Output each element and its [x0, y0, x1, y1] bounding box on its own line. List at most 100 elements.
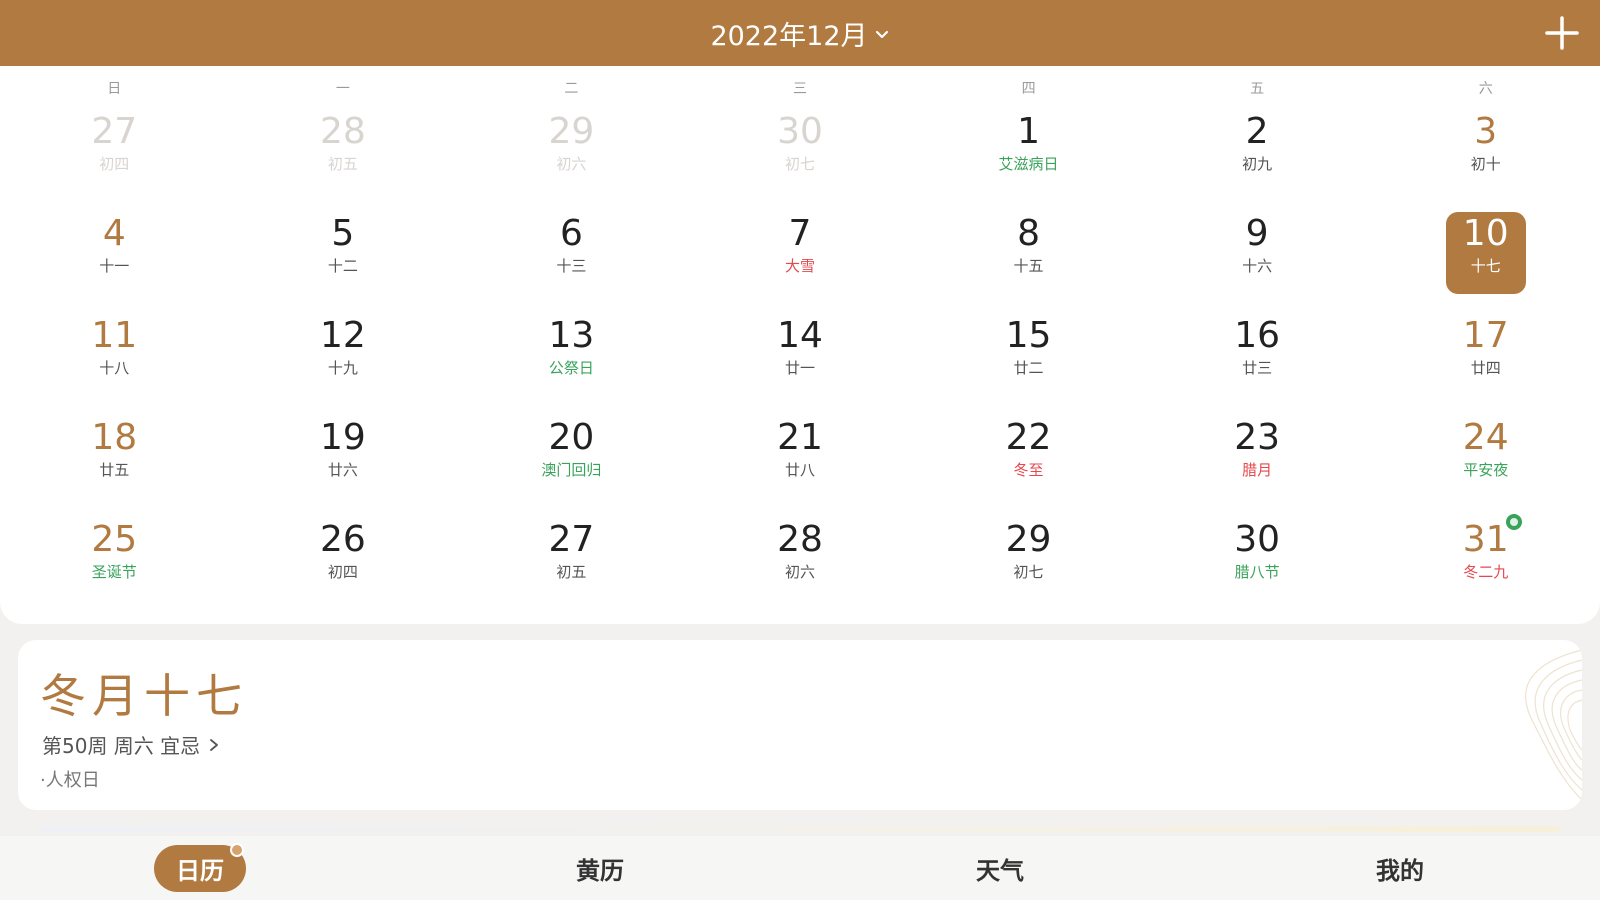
day-box: 7 大雪: [760, 212, 840, 294]
day-detail-text: 第50周 周六 宜忌: [42, 734, 201, 758]
weekday-label: 五: [1250, 81, 1265, 97]
day-detail-link[interactable]: 第50周 周六 宜忌: [42, 730, 220, 759]
day-cell[interactable]: 20 澳门回归: [457, 416, 686, 518]
nav-tab-weather[interactable]: 天气: [800, 851, 1200, 886]
day-box: 14 廿一: [760, 314, 840, 396]
day-box: 4 十一: [74, 212, 154, 294]
bottom-navigation: 日历 黄历 天气 我的: [0, 836, 1600, 900]
day-box: 13 公祭日: [531, 314, 611, 396]
day-number: 1: [1017, 111, 1041, 152]
day-number: 27: [548, 519, 595, 560]
lunar-label: 十六: [1242, 257, 1273, 275]
day-box: 23 腊月: [1217, 416, 1297, 498]
day-number: 31: [1462, 519, 1509, 560]
day-cell[interactable]: 18 廿五: [0, 416, 229, 518]
nav-tab-calendar-pill: 日历: [154, 842, 246, 892]
day-cell[interactable]: 28 初六: [686, 518, 915, 620]
day-cell[interactable]: 29 初六: [457, 110, 686, 212]
day-cell[interactable]: 19 廿六: [229, 416, 458, 518]
lunar-label: 初四: [99, 155, 130, 173]
day-cell[interactable]: 11 十八: [0, 314, 229, 416]
nav-tab-label: 黄历: [576, 856, 624, 885]
day-box: 26 初四: [303, 518, 383, 600]
day-number: 9: [1245, 213, 1269, 254]
lunar-label: 廿四: [1470, 359, 1501, 377]
lunar-label: 初十: [1470, 155, 1501, 173]
day-cell[interactable]: 27 初四: [0, 110, 229, 212]
plus-icon[interactable]: [1542, 13, 1582, 53]
nav-tab-mine[interactable]: 我的: [1200, 851, 1600, 886]
lunar-label: 初七: [784, 155, 815, 173]
day-cell[interactable]: 21 廿八: [686, 416, 915, 518]
day-number: 16: [1234, 315, 1281, 356]
day-number: 15: [1005, 315, 1052, 356]
day-box: 29 初七: [989, 518, 1069, 600]
nav-tab-almanac[interactable]: 黄历: [400, 851, 800, 886]
lunar-label: 廿一: [784, 359, 815, 377]
day-box: 30 腊八节: [1217, 518, 1297, 600]
day-cell[interactable]: 31 冬二九: [1371, 514, 1600, 620]
top-bar: 2022年12月: [0, 0, 1600, 66]
day-cell[interactable]: 28 初五: [229, 110, 458, 212]
day-cell[interactable]: 1 艾滋病日: [914, 110, 1143, 212]
day-cell[interactable]: 15 廿二: [914, 314, 1143, 416]
day-box: 27 初四: [74, 110, 154, 192]
day-cell[interactable]: 9 十六: [1143, 212, 1372, 314]
day-number: 22: [1005, 417, 1052, 458]
day-cell[interactable]: 24 平安夜: [1371, 416, 1600, 518]
chevron-down-icon: [875, 30, 888, 39]
day-cell[interactable]: 4 十一: [0, 212, 229, 314]
day-number: 4: [102, 213, 126, 254]
day-cell[interactable]: 25 圣诞节: [0, 518, 229, 620]
day-cell[interactable]: 22 冬至: [914, 416, 1143, 518]
day-cell[interactable]: 17 廿四: [1371, 314, 1600, 416]
day-number: 10: [1462, 213, 1509, 254]
lunar-label: 初七: [1013, 563, 1044, 581]
day-number: 2: [1245, 111, 1269, 152]
day-box: 25 圣诞节: [74, 518, 154, 600]
lunar-label: 廿二: [1013, 359, 1044, 377]
day-box: 27 初五: [531, 518, 611, 600]
day-cell[interactable]: 5 十二: [229, 212, 458, 314]
nav-tab-calendar[interactable]: 日历: [0, 842, 400, 892]
day-cell[interactable]: 8 十五: [914, 212, 1143, 314]
day-cell[interactable]: 23 腊月: [1143, 416, 1372, 518]
day-cell[interactable]: 16 廿三: [1143, 314, 1372, 416]
selected-day-cell[interactable]: 10 十七: [1371, 212, 1600, 314]
lunar-label: 十三: [556, 257, 587, 275]
day-number: 17: [1462, 315, 1509, 356]
weekday-label: 二: [564, 81, 579, 97]
day-cell[interactable]: 30 腊八节: [1143, 518, 1372, 620]
notification-dot: [230, 842, 244, 857]
day-cell[interactable]: 7 大雪: [686, 212, 915, 314]
day-info-card[interactable]: 冬月十七 第50周 周六 宜忌 ·人权日: [18, 640, 1582, 810]
banner-strip: [40, 826, 1560, 832]
day-number: 14: [777, 315, 823, 356]
day-number: 12: [319, 315, 366, 356]
day-cell[interactable]: 13 公祭日: [457, 314, 686, 416]
day-cell[interactable]: 29 初七: [914, 518, 1143, 620]
day-number: 5: [331, 213, 355, 254]
lunar-label: 廿八: [784, 461, 815, 479]
day-cell[interactable]: 14 廿一: [686, 314, 915, 416]
day-box: 3 初十: [1446, 110, 1526, 192]
day-box: 5 十二: [303, 212, 383, 294]
day-cell[interactable]: 6 十三: [457, 212, 686, 314]
day-box: 11 十八: [74, 314, 154, 396]
day-cell[interactable]: 27 初五: [457, 518, 686, 620]
day-box: 18 廿五: [74, 416, 154, 498]
weekday-label: 日: [107, 81, 122, 97]
day-number: 27: [91, 111, 138, 152]
day-box: 30 初七: [760, 110, 840, 192]
month-selector[interactable]: 2022年12月: [710, 14, 889, 53]
day-cell[interactable]: 26 初四: [229, 518, 458, 620]
day-box: 16 廿三: [1217, 314, 1297, 396]
day-cell[interactable]: 3 初十: [1371, 110, 1600, 212]
lunar-label: 艾滋病日: [998, 155, 1059, 173]
day-cell[interactable]: 2 初九: [1143, 110, 1372, 212]
day-number: 28: [319, 111, 366, 152]
day-cell[interactable]: 12 十九: [229, 314, 458, 416]
day-box: 20 澳门回归: [531, 416, 611, 498]
day-cell[interactable]: 30 初七: [686, 110, 915, 212]
weekday-label: 六: [1478, 81, 1493, 97]
